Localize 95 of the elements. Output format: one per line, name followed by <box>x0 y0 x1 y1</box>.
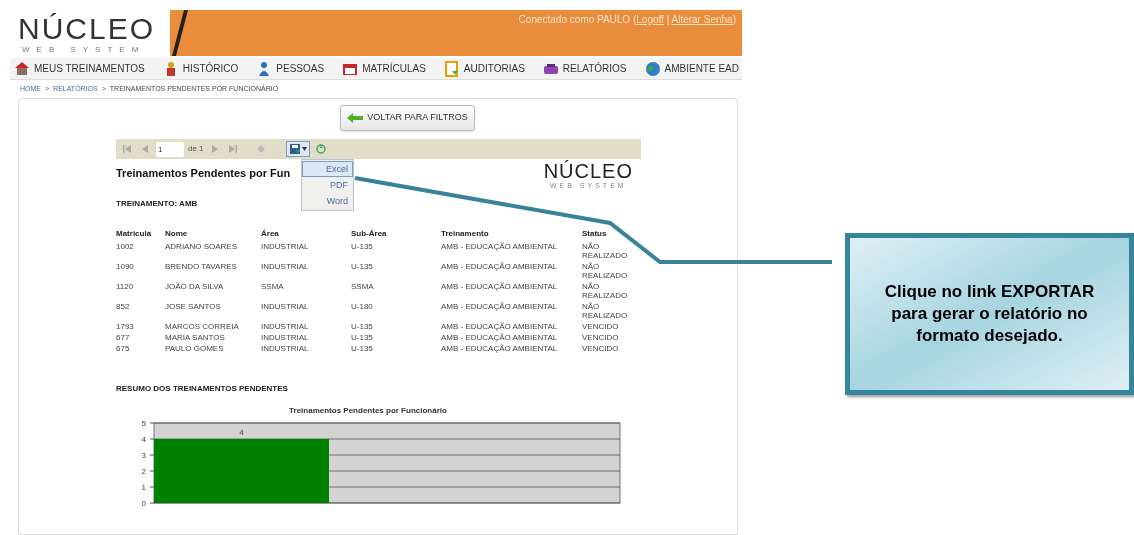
table-cell-text: 677 <box>116 332 131 342</box>
table-cell-text: 1002 <box>116 241 135 253</box>
table-cell-text: AMB - EDUCAÇÃO AMBIENTAL <box>441 332 559 342</box>
table-cell-text: PAULO GOMES <box>165 343 225 353</box>
group-heading: TREINAMENTO: AMB <box>116 197 198 210</box>
nav-item[interactable]: MEUS TREINAMENTOS <box>14 60 145 77</box>
table-cell-text: 1793 <box>116 321 135 331</box>
slash-mark <box>172 10 188 56</box>
table-cell-text: JOSE SANTOS <box>165 301 222 313</box>
chart-title: Treinamentos Pendentes por Funcionário <box>289 405 447 415</box>
next-page-icon <box>209 144 220 154</box>
table-cell-text: U-180 <box>351 301 374 313</box>
table-cell-text: INDUSTRIAL <box>261 332 310 342</box>
y-tick-label: 2 <box>141 466 147 476</box>
session-text: Conectado como PAULO (Logoff | Alterar Senha) <box>518 13 736 27</box>
table-cell-text: BRENDO TAVARES <box>165 261 238 273</box>
table-cell-text: SSMA <box>261 281 285 293</box>
nav-item[interactable]: AMBIENTE EAD <box>644 60 739 77</box>
section-heading: RESUMO DOS TREINAMENTOS PENDENTES <box>116 382 288 395</box>
table-cell-text: AMB - EDUCAÇÃO AMBIENTAL <box>441 321 559 331</box>
table-cell-text: AMB - EDUCAÇÃO AMBIENTAL <box>441 261 559 273</box>
table-cell-text: MARIA SANTOS <box>165 332 226 342</box>
table-cell-text: AMB - EDUCAÇÃO AMBIENTAL <box>441 241 559 253</box>
table-cell-text: SSMA <box>351 281 375 293</box>
table-cell-text: INDUSTRIAL <box>261 343 310 353</box>
caret-icon <box>301 147 307 151</box>
table-cell-text: U-135 <box>351 261 374 273</box>
refresh-button[interactable] <box>313 142 328 156</box>
report-title: Treinamentos Pendentes por Fun <box>116 166 291 181</box>
table-cell-text: VENCIDO <box>582 332 620 342</box>
y-tick-label: 4 <box>141 434 147 444</box>
column-header: Status <box>582 227 608 240</box>
table-cell-text: INDUSTRIAL <box>261 241 310 253</box>
table-cell-text: NÃO REALIZADO <box>582 261 629 280</box>
nav-item[interactable]: PESSOAS <box>256 60 325 77</box>
table-cell-text: INDUSTRIAL <box>261 321 310 331</box>
nav-icon <box>14 60 30 77</box>
y-tick-label: 1 <box>141 482 147 492</box>
column-header: Sub-Área <box>351 227 388 240</box>
nav-icon <box>644 60 661 77</box>
export-button[interactable] <box>285 141 310 157</box>
export-menu-item[interactable]: Word <box>302 193 353 209</box>
table-cell-text: AMB - EDUCAÇÃO AMBIENTAL <box>441 343 559 353</box>
refresh-icon <box>315 144 326 154</box>
table-cell-text: AMB - EDUCAÇÃO AMBIENTAL <box>441 301 559 313</box>
table-cell-text: 1120 <box>116 281 135 293</box>
table-cell-text: U-135 <box>351 321 374 331</box>
table-cell-text: NÃO REALIZADO <box>582 241 629 260</box>
table-cell-text: INDUSTRIAL <box>261 261 310 273</box>
table-cell-text: NÃO REALIZADO <box>582 281 629 300</box>
save-icon <box>288 143 301 155</box>
table-cell-text: U-135 <box>351 332 374 342</box>
table-cell-text: 852 <box>116 301 131 313</box>
table-cell-text: ADRIANO SOARES <box>165 241 238 253</box>
table-cell-text: AMB - EDUCAÇÃO AMBIENTAL <box>441 281 559 293</box>
column-header: Área <box>261 227 280 240</box>
y-tick-label: 5 <box>141 418 147 428</box>
table-cell-text: U-135 <box>351 343 374 353</box>
table-cell-text: U-135 <box>351 241 374 253</box>
table-cell-text: 1090 <box>116 261 135 273</box>
page-count: de 1 <box>188 143 204 155</box>
last-page-icon <box>227 144 238 154</box>
callout-text: Clique no link EXPORTAR para gerar o relatório no formato desejado. <box>883 281 1096 347</box>
first-page-button[interactable] <box>120 142 134 156</box>
y-tick: 3 <box>141 450 155 460</box>
table-cell-text: NÃO REALIZADO <box>582 301 629 320</box>
y-tick-label: 3 <box>141 450 147 460</box>
previous-page-icon <box>140 144 150 154</box>
data-label: 4 <box>239 427 244 437</box>
export-menu-item[interactable]: Excel <box>302 161 353 177</box>
table-cell-text: VENCIDO <box>582 343 620 353</box>
y-tick: 0 <box>141 498 155 508</box>
table-cell-text: MARCOS CORREIA <box>165 321 240 331</box>
y-tick: 5 <box>141 418 155 428</box>
nav-item[interactable]: RELATÓRIOS <box>542 60 627 77</box>
table-cell-text: VENCIDO <box>582 321 620 331</box>
nav-item[interactable]: MATRÍCULAS <box>342 60 426 77</box>
first-page-icon <box>122 144 132 154</box>
table-cell-text: 675 <box>116 343 131 353</box>
y-tick-label: 0 <box>141 498 147 508</box>
nav-item[interactable]: AUDITORIAS <box>443 60 525 77</box>
y-tick: 1 <box>141 482 155 492</box>
column-header: Nome <box>165 227 189 240</box>
column-header: Treinamento <box>441 227 490 240</box>
export-menu-item[interactable]: PDF <box>302 177 353 193</box>
go-icon <box>255 144 266 154</box>
back-button[interactable]: VOLTAR PARA FILTROS <box>340 105 475 131</box>
table-cell-text: INDUSTRIAL <box>261 301 310 313</box>
column-header: Matricula <box>116 227 153 240</box>
arrow-left-icon <box>347 113 364 123</box>
y-tick: 2 <box>141 466 155 476</box>
nav-item[interactable]: HISTÓRICO <box>162 60 239 77</box>
page-field[interactable]: 1 <box>156 141 184 157</box>
table-cell-text: JOÃO DA SILVA <box>165 281 225 293</box>
y-tick: 4 <box>141 434 155 444</box>
